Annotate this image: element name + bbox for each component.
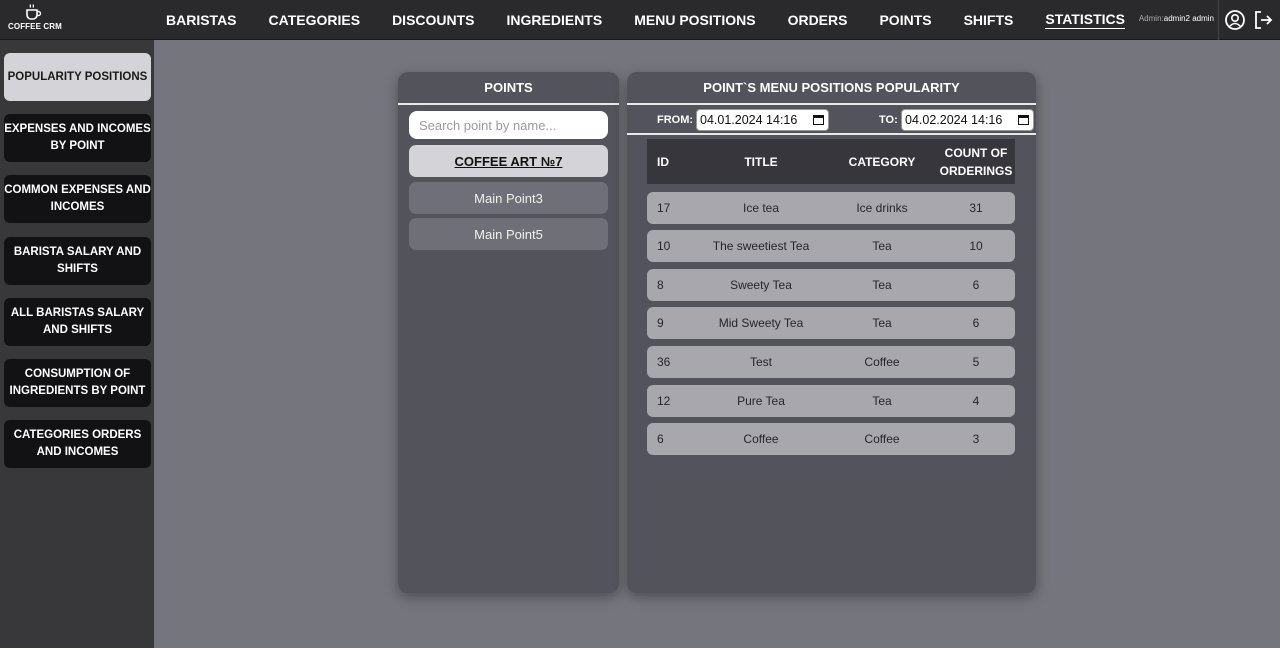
column-header-category[interactable]: CATEGORY xyxy=(827,155,937,169)
cell-title: Sweety Tea xyxy=(730,278,792,292)
nav-orders[interactable]: ORDERS xyxy=(788,12,848,28)
cell-title: Mid Sweety Tea xyxy=(718,316,804,330)
top-navbar: COFFEE CRM BARISTAS CATEGORIES DISCOUNTS… xyxy=(0,0,1280,40)
nav-points[interactable]: POINTS xyxy=(879,12,931,28)
cell-category: Tea xyxy=(872,316,892,330)
calendar-icon[interactable] xyxy=(1018,114,1029,125)
cell-count: 6 xyxy=(972,316,980,330)
to-label: TO: xyxy=(879,114,898,126)
points-panel-title: POINTS xyxy=(398,72,619,105)
cell-title: Ice tea xyxy=(742,201,780,215)
table-row[interactable]: 6 Coffee Coffee 3 xyxy=(647,423,1015,455)
table-row[interactable]: 12 Pure Tea Tea 4 xyxy=(647,385,1015,417)
date-range: FROM: 04.01.2024 14:16 TO: 04.02.2024 14… xyxy=(627,105,1036,135)
cell-id: 6 xyxy=(657,432,664,446)
sidebar-item-expenses-incomes-by-point[interactable]: EXPENSES AND INCOMES BY POINT xyxy=(4,114,151,162)
main-nav: BARISTAS CATEGORIES DISCOUNTS INGREDIENT… xyxy=(150,0,1141,40)
app-title: COFFEE CRM xyxy=(8,22,62,31)
point-item[interactable]: Main Point3 xyxy=(409,182,608,214)
to-date-value: 04.02.2024 14:16 xyxy=(905,113,1003,127)
cell-title: Pure Tea xyxy=(737,394,785,408)
nav-statistics[interactable]: STATISTICS xyxy=(1045,11,1125,29)
sidebar-item-consumption-ingredients[interactable]: CONSUMPTION OF INGREDIENTS BY POINT xyxy=(4,359,151,407)
app-logo[interactable]: COFFEE CRM xyxy=(8,3,62,37)
column-header-id[interactable]: ID xyxy=(647,155,695,169)
nav-ingredients[interactable]: INGREDIENTS xyxy=(507,12,603,28)
table-header: ID TITLE CATEGORY COUNT OF ORDERINGS xyxy=(647,139,1015,184)
table-row[interactable]: 17 Ice tea Ice drinks 31 xyxy=(647,192,1015,224)
table-row[interactable]: 36 Test Coffee 5 xyxy=(647,346,1015,378)
from-date-input[interactable]: 04.01.2024 14:16 xyxy=(696,109,829,131)
logout-button[interactable] xyxy=(1252,9,1274,31)
cell-title: Test xyxy=(749,355,772,369)
cell-category: Coffee xyxy=(864,355,900,369)
cell-count: 3 xyxy=(972,432,980,446)
divider xyxy=(1218,0,1219,40)
cell-category: Tea xyxy=(872,239,892,253)
cell-count: 31 xyxy=(969,201,983,215)
calendar-icon[interactable] xyxy=(813,114,824,125)
nav-shifts[interactable]: SHIFTS xyxy=(964,12,1014,28)
cell-category: Tea xyxy=(872,278,892,292)
to-date-input[interactable]: 04.02.2024 14:16 xyxy=(901,109,1034,131)
sidebar-item-common-expenses-incomes[interactable]: COMMON EXPENSES AND INCOMES xyxy=(4,175,151,223)
cell-id: 8 xyxy=(657,278,664,292)
cell-id: 36 xyxy=(657,355,671,369)
cell-title: The sweetiest Tea xyxy=(712,239,810,253)
nav-menu-positions[interactable]: MENU POSITIONS xyxy=(634,12,755,28)
profile-button[interactable] xyxy=(1224,9,1246,31)
coffee-cup-icon xyxy=(26,4,42,20)
user-role: Admin: xyxy=(1138,14,1164,23)
cell-id: 9 xyxy=(657,316,664,330)
sidebar-item-barista-salary-shifts[interactable]: BARISTA SALARY AND SHIFTS xyxy=(4,237,151,285)
cell-category: Coffee xyxy=(864,432,900,446)
user-circle-icon xyxy=(1225,10,1245,30)
table-row[interactable]: 10 The sweetiest Tea Tea 10 xyxy=(647,230,1015,262)
nav-categories[interactable]: CATEGORIES xyxy=(269,12,361,28)
popularity-panel-title: POINT`S MENU POSITIONS POPULARITY xyxy=(627,72,1036,105)
nav-baristas[interactable]: BARISTAS xyxy=(166,12,237,28)
cell-count: 6 xyxy=(972,278,980,292)
point-item[interactable]: Main Point5 xyxy=(409,218,608,250)
points-panel: POINTS COFFEE ART №7 Main Point3 Main Po… xyxy=(398,72,619,593)
sidebar-item-popularity-positions[interactable]: POPULARITY POSITIONS xyxy=(4,53,151,101)
column-header-count[interactable]: COUNT OF ORDERINGS xyxy=(937,144,1015,180)
logout-icon xyxy=(1255,11,1273,29)
user-label: Admin:admin2 admin xyxy=(1139,14,1214,23)
sidebar: POPULARITY POSITIONS EXPENSES AND INCOME… xyxy=(0,40,154,648)
from-label: FROM: xyxy=(657,114,694,126)
sidebar-item-categories-orders-incomes[interactable]: CATEGORIES ORDERS AND INCOMES xyxy=(4,420,151,468)
column-header-title[interactable]: TITLE xyxy=(695,155,827,169)
search-point-input[interactable] xyxy=(409,111,608,139)
popularity-panel: POINT`S MENU POSITIONS POPULARITY FROM: … xyxy=(627,72,1036,593)
table-row[interactable]: 8 Sweety Tea Tea 6 xyxy=(647,269,1015,301)
cell-id: 12 xyxy=(657,394,671,408)
point-item[interactable]: COFFEE ART №7 xyxy=(409,145,608,177)
cell-count: 10 xyxy=(969,239,983,253)
table-row[interactable]: 9 Mid Sweety Tea Tea 6 xyxy=(647,307,1015,339)
nav-discounts[interactable]: DISCOUNTS xyxy=(392,12,474,28)
from-date-value: 04.01.2024 14:16 xyxy=(700,113,798,127)
cell-category: Ice drinks xyxy=(856,201,908,215)
user-name: admin2 admin xyxy=(1163,14,1214,23)
cell-id: 17 xyxy=(657,201,671,215)
cell-category: Tea xyxy=(872,394,892,408)
cell-count: 5 xyxy=(972,355,980,369)
cell-count: 4 xyxy=(972,394,980,408)
cell-title: Coffee xyxy=(743,432,779,446)
cell-id: 10 xyxy=(657,239,671,253)
sidebar-item-all-baristas-salary-shifts[interactable]: ALL BARISTAS SALARY AND SHIFTS xyxy=(4,298,151,346)
